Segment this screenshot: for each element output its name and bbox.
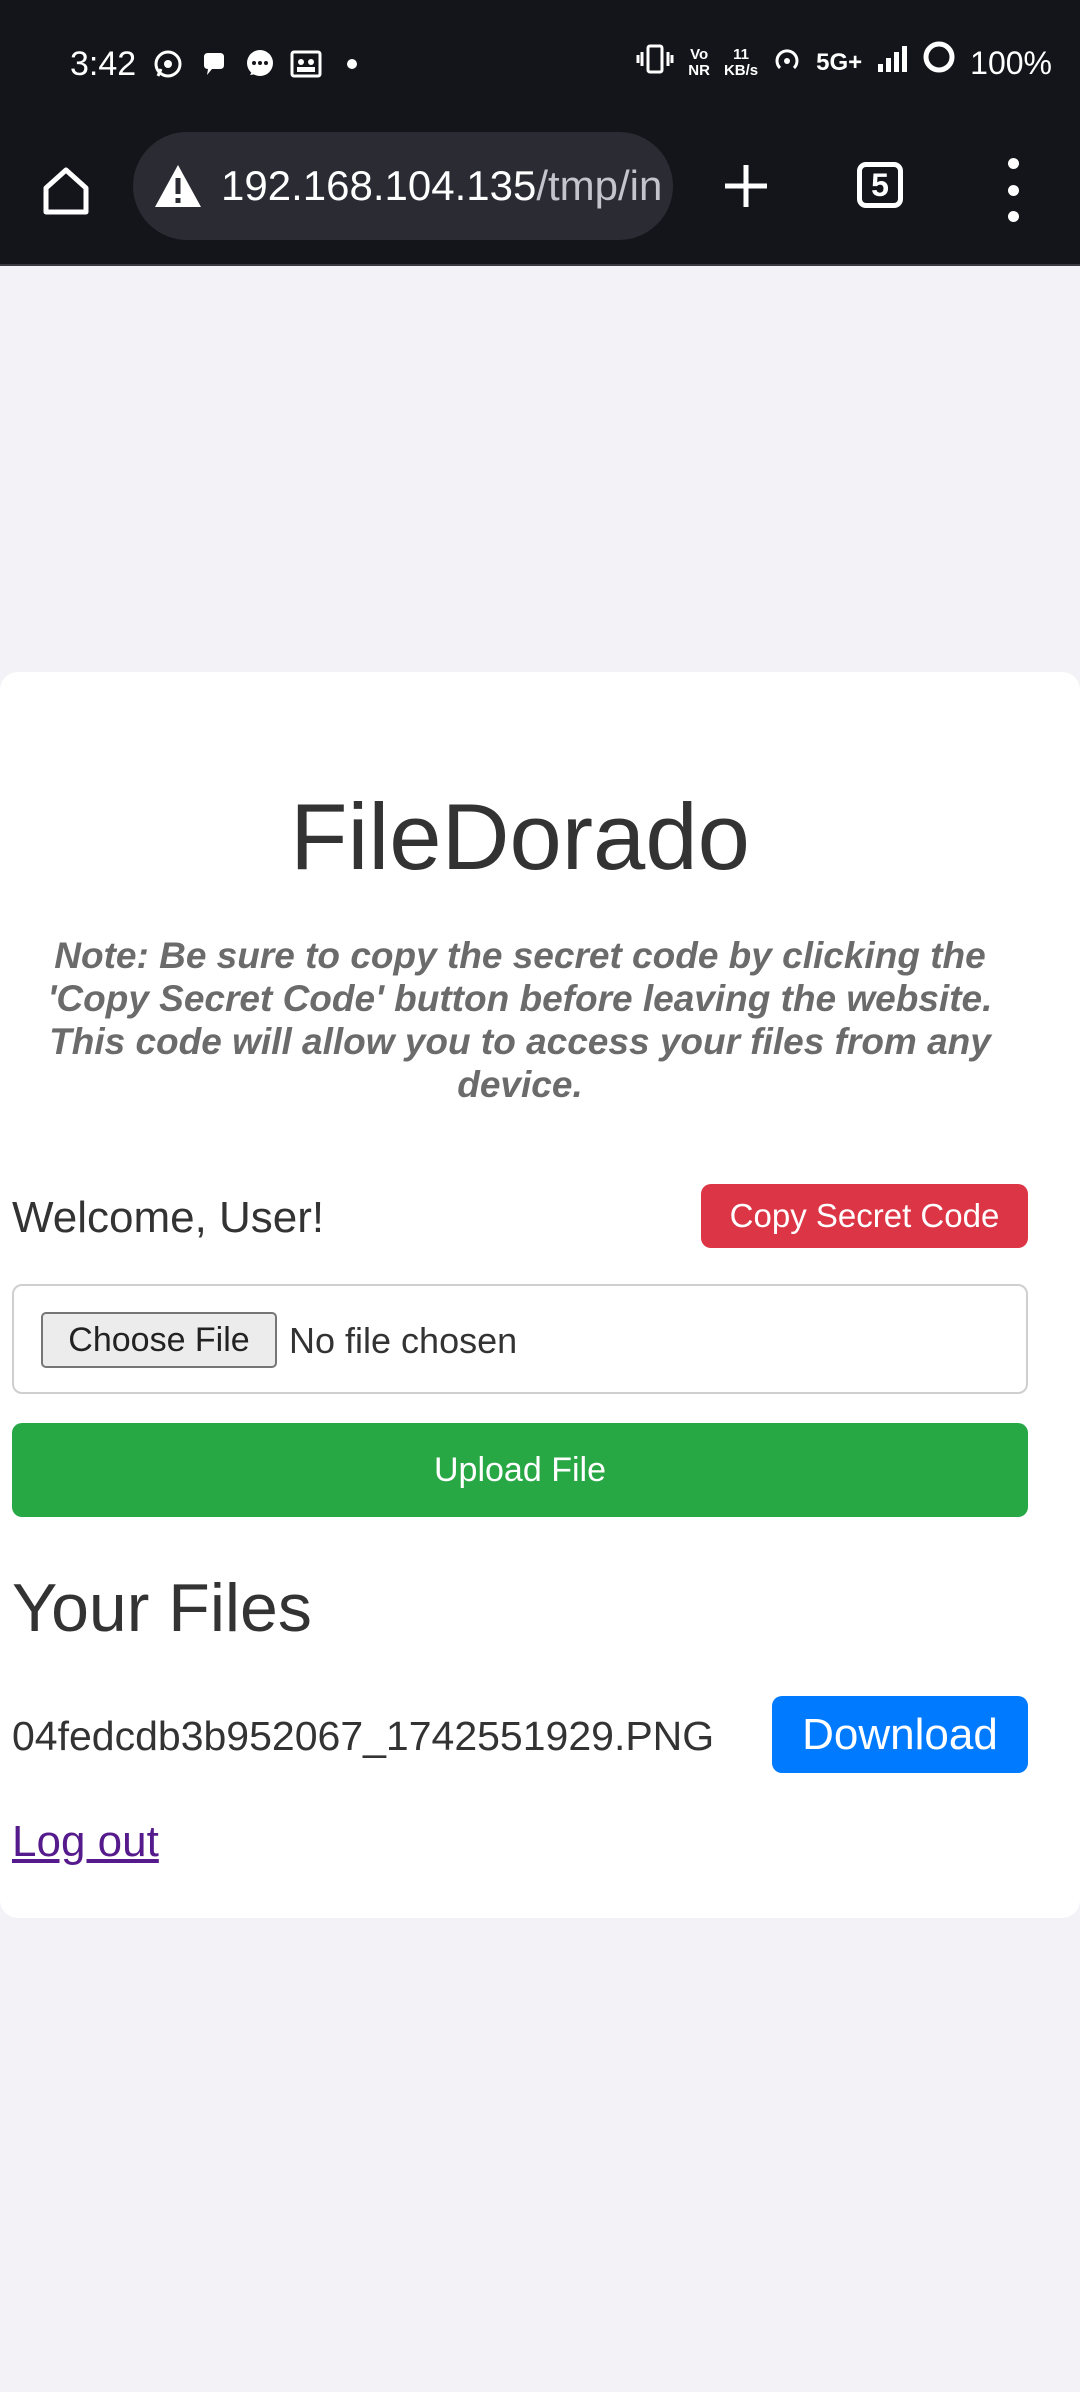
network-speed: 11 KB/s (724, 47, 758, 79)
speed-unit: KB/s (723, 62, 759, 79)
your-files-heading: Your Files (12, 1570, 312, 1646)
battery-icon (922, 40, 956, 86)
warning-icon[interactable] (153, 161, 203, 211)
url-host: 192.168.104.135 (221, 162, 537, 209)
address-bar[interactable]: 192.168.104.135/tmp/in (133, 132, 673, 240)
no-file-label: No file chosen (289, 1320, 518, 1361)
hotspot-icon (772, 40, 802, 86)
messages-icon (244, 48, 276, 80)
tab-switcher-button[interactable]: 5 (857, 162, 903, 208)
home-icon (43, 167, 89, 215)
welcome-text: Welcome, User! (12, 1193, 325, 1242)
chat-bubble-icon (198, 48, 230, 80)
file-row: 04fedcdb3b952067_1742551929.PNG Download (12, 1696, 1028, 1776)
vibrate-icon (636, 40, 674, 86)
signal-icon (876, 40, 908, 86)
volte-indicator: Vo NR (688, 47, 710, 79)
secret-code-note: Note: Be sure to copy the secret code by… (47, 935, 993, 1105)
menu-dot (1007, 184, 1019, 196)
choose-file-button[interactable]: Choose File (41, 1312, 277, 1368)
copy-secret-code-button[interactable]: Copy Secret Code (701, 1184, 1028, 1248)
menu-dot (1007, 211, 1019, 222)
gallery-icon (290, 48, 322, 80)
page-title: FileDorado (290, 784, 750, 889)
browser-toolbar: 192.168.104.135/tmp/in 5 (0, 130, 1080, 266)
dot-icon (336, 48, 368, 80)
file-input[interactable]: Choose File No file chosen (12, 1284, 1028, 1394)
logout-link[interactable]: Log out (12, 1812, 159, 1872)
status-time: 3:42 (70, 45, 137, 83)
volte-bottom: NR (688, 62, 710, 79)
volte-top: Vo (690, 46, 709, 63)
home-button[interactable] (34, 158, 98, 222)
status-right: Vo NR 11 KB/s 5G+ 100% (636, 40, 1052, 86)
speed-value: 11 (733, 46, 749, 63)
main-card: FileDorado Note: Be sure to copy the sec… (0, 672, 1080, 1918)
file-name: 04fedcdb3b952067_1742551929.PNG (12, 1713, 715, 1759)
url-path: /tmp/in (536, 162, 663, 209)
status-bar: 3:42 Vo NR 11 KB/s 5G+ 100% (0, 0, 1080, 130)
url-text[interactable]: 192.168.104.135/tmp/in (221, 162, 662, 210)
notification-icons (152, 48, 368, 80)
upload-file-button[interactable]: Upload File (12, 1423, 1028, 1517)
more-menu-button[interactable] (998, 158, 1028, 222)
menu-dot (1007, 158, 1019, 169)
whatsapp-icon (152, 48, 184, 80)
battery-percent: 100% (970, 45, 1052, 81)
network-type: 5G+ (816, 49, 863, 76)
new-tab-button[interactable] (716, 156, 776, 216)
download-button[interactable]: Download (772, 1696, 1028, 1773)
plus-icon (725, 165, 767, 207)
